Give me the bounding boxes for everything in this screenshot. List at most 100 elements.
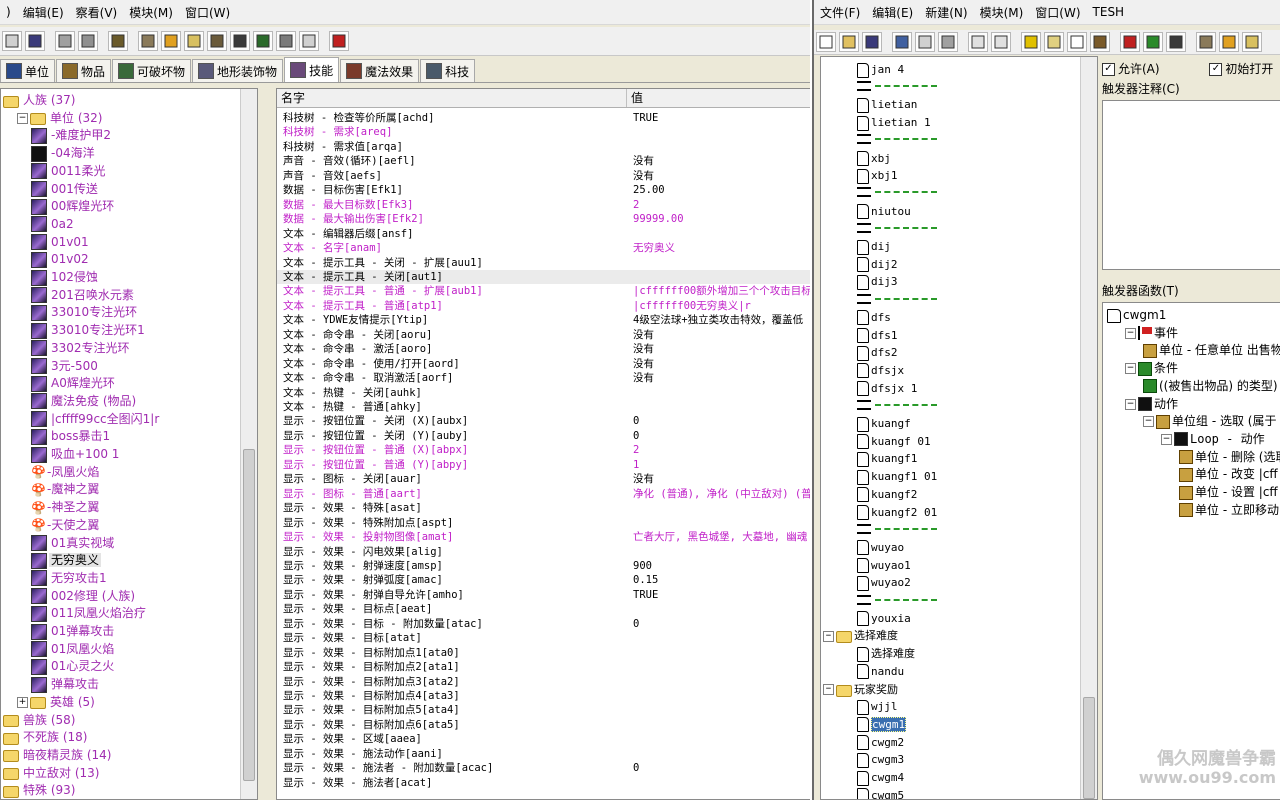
grid-row[interactable]: 显示 - 效果 - 施法者[acat] — [277, 776, 810, 791]
tree-node[interactable]: 弹幕攻击 — [31, 676, 101, 693]
tree-node[interactable]: 🍄-凤凰火焰 — [31, 464, 101, 481]
trigger-item[interactable]: xbj1 — [857, 167, 898, 184]
tree-node[interactable]: 001传送 — [31, 181, 100, 198]
field-value[interactable]: |cffffff00额外增加三个个攻击目标 — [633, 284, 810, 299]
terrain-button[interactable] — [1196, 32, 1216, 52]
grid-row[interactable]: 显示 - 图标 - 关闭[auar] 没有 — [277, 472, 810, 487]
tree-node[interactable]: -难度护甲2 — [31, 127, 113, 144]
sound-button[interactable] — [184, 31, 204, 51]
tree-node[interactable]: 011凤凰火焰治疗 — [31, 605, 148, 622]
function-node[interactable]: ((被售出物品) 的类型) — [1143, 378, 1278, 395]
grid-row[interactable]: 文本 - 编辑器后缀[ansf] — [277, 227, 810, 242]
tree-node[interactable]: 🍄-魔神之翼 — [31, 481, 101, 498]
delete-button[interactable] — [1021, 32, 1041, 52]
grid-row[interactable]: 显示 - 效果 - 特殊[asat] — [277, 501, 810, 516]
trigger-item[interactable]: dij2 — [857, 256, 898, 273]
amazon-button[interactable] — [161, 31, 181, 51]
trigger-category[interactable]: − 选择难度 — [823, 627, 898, 644]
property-grid[interactable]: 名字 值 科技树 - 检查等价所属[achd] TRUE 科技树 - 需求[areq… — [276, 88, 810, 800]
tree-node[interactable]: 33010专注光环 — [31, 304, 139, 321]
tree-node[interactable]: 01v02 — [31, 251, 91, 268]
tree-node[interactable]: 兽族 (58) — [3, 712, 77, 729]
scrollbar-thumb[interactable] — [243, 449, 255, 781]
trigger-item[interactable]: dfs2 — [857, 344, 898, 361]
tree-node[interactable]: 暗夜精灵族 (14) — [3, 747, 113, 764]
comment-separator[interactable] — [857, 132, 937, 149]
grid-row[interactable]: 科技树 - 检查等价所属[achd] TRUE — [277, 111, 810, 126]
tree-node[interactable]: 01真实视域 — [31, 535, 116, 552]
grid-row[interactable]: 显示 - 按钮位置 - 关闭 (X)[aubx] 0 — [277, 414, 810, 429]
new-trigger-button[interactable] — [1067, 32, 1087, 52]
comment-separator[interactable] — [857, 592, 937, 609]
trigger-item[interactable]: cwgm1 — [857, 716, 907, 733]
tree-node[interactable]: 魔法免疫 (物品) — [31, 393, 138, 410]
grid-row[interactable]: 显示 - 按钮位置 - 关闭 (Y)[auby] 0 — [277, 429, 810, 444]
terrain-button[interactable] — [138, 31, 158, 51]
paste2-button[interactable] — [78, 31, 98, 51]
tree-node[interactable]: 201召唤水元素 — [31, 287, 136, 304]
expand-icon[interactable]: + — [17, 696, 28, 708]
menu-tesh[interactable]: TESH — [1087, 5, 1131, 19]
grid-row[interactable]: 显示 - 按钮位置 - 普通 (X)[abpx] 2 — [277, 443, 810, 458]
grid-row[interactable]: 显示 - 效果 - 目标附加点1[ata0] — [277, 646, 810, 661]
trigger-item[interactable]: wjjl — [857, 698, 898, 715]
collapse-icon[interactable]: − — [1143, 416, 1154, 428]
trigger-category[interactable]: − 玩家奖励 — [823, 681, 898, 698]
ai-button[interactable] — [207, 31, 227, 51]
enabled-checkbox[interactable]: ✓ 允许(A) — [1102, 62, 1160, 76]
trigger-comment-textarea[interactable] — [1102, 100, 1280, 270]
grid-row[interactable]: 文本 - 热键 - 普通[ahky] — [277, 400, 810, 415]
trigger-item[interactable]: cwgm2 — [857, 734, 904, 751]
collapse-icon[interactable]: − — [823, 684, 834, 695]
tree-node[interactable]: 01凤凰火焰 — [31, 641, 116, 658]
grid-row[interactable]: 数据 - 最大输出伤害[Efk2] 99999.00 — [277, 212, 810, 227]
field-value[interactable]: 没有 — [633, 328, 810, 343]
field-value[interactable]: 0 — [633, 761, 810, 776]
trigger-item[interactable]: nandu — [857, 663, 904, 680]
close-button[interactable] — [329, 31, 349, 51]
tree-node[interactable]: boss暴击1 — [31, 428, 112, 445]
tree-node[interactable]: 无穷奥义 — [31, 552, 102, 569]
grid-row[interactable]: 显示 - 效果 - 特殊附加点[aspt] — [277, 516, 810, 531]
field-value[interactable]: |cffffff00无穷奥义|r — [633, 299, 810, 314]
grid-row[interactable]: 文本 - 提示工具 - 关闭[aut1] — [277, 269, 810, 285]
field-value[interactable]: 没有 — [633, 342, 810, 357]
grid-row[interactable]: 显示 - 效果 - 目标附加点6[ata5] — [277, 718, 810, 733]
trigger-item[interactable]: kuangf1 01 — [857, 468, 937, 485]
field-value[interactable]: 900 — [633, 559, 810, 574]
trigger-item[interactable]: wuyao1 — [857, 557, 911, 574]
field-value[interactable]: TRUE — [633, 588, 810, 603]
menu-fragment[interactable]: ) — [0, 5, 17, 19]
tree-node[interactable]: 吸血+100 1 — [31, 446, 121, 463]
grid-row[interactable]: 显示 - 效果 - 目标[atat] — [277, 631, 810, 646]
grid-row[interactable]: 显示 - 效果 - 射弹弧度[amac] 0.15 — [277, 573, 810, 588]
grid-row[interactable]: 显示 - 按钮位置 - 普通 (Y)[abpy] 1 — [277, 458, 810, 473]
object-tree[interactable]: 人族 (37) − 单位 (32) -难度护甲2 -04海洋 0011柔光 001传送 00辉… — [0, 88, 258, 800]
trigger-item[interactable]: dij — [857, 238, 891, 255]
trigger-functions-tree[interactable]: cwgm1−事件单位 - 任意单位 出售物品−条件((被售出物品) 的类型)−动… — [1102, 302, 1280, 800]
tree-node[interactable]: 01弹幕攻击 — [31, 623, 116, 640]
function-node[interactable]: − 单位组 - 选取 (属于 ( — [1143, 413, 1280, 430]
tree-node[interactable]: 0011柔光 — [31, 163, 108, 180]
copy-button[interactable] — [915, 32, 935, 52]
collapse-icon[interactable]: − — [17, 112, 28, 124]
grid-row[interactable]: 文本 - 提示工具 - 普通 - 扩展[aub1] |cffffff00额外增加三… — [277, 284, 810, 299]
collapse-icon[interactable]: − — [823, 630, 834, 642]
collapse-icon[interactable]: − — [1125, 363, 1136, 375]
grid-row[interactable]: 显示 - 效果 - 目标点[aeat] — [277, 602, 810, 617]
new-button[interactable] — [816, 32, 836, 52]
tree-node[interactable]: 无穷攻击1 — [31, 570, 109, 587]
tree-node[interactable]: -04海洋 — [31, 145, 97, 162]
trigger-item[interactable]: dij3 — [857, 273, 898, 290]
initially-on-checkbox[interactable]: ✓ 初始打开 — [1209, 62, 1273, 76]
tab-upgrade[interactable]: 科技 — [420, 59, 476, 82]
sound-button[interactable] — [1242, 32, 1262, 52]
function-node[interactable]: 单位 - 改变 |cff — [1179, 466, 1278, 483]
unit-editor-button[interactable] — [108, 31, 128, 51]
menu-view[interactable]: 察看(V) — [70, 4, 124, 21]
field-value[interactable]: 没有 — [633, 169, 810, 184]
field-value[interactable]: 25.00 — [633, 183, 810, 198]
trigger-item[interactable]: kuangf2 01 — [857, 504, 937, 521]
function-node[interactable]: cwgm1 — [1107, 307, 1166, 324]
grid-row[interactable]: 数据 - 最大目标数[Efk3] 2 — [277, 198, 810, 213]
